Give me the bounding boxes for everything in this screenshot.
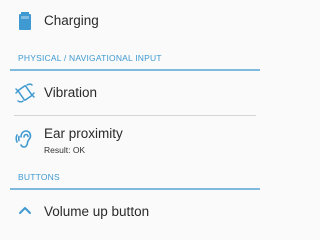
section-divider — [10, 69, 260, 71]
list-item-vibration[interactable]: Vibration — [0, 72, 270, 116]
volume-up-label: Volume up button — [44, 204, 150, 219]
list-item-volume-up[interactable]: Volume up button — [0, 192, 270, 225]
list-item-ear-proximity[interactable]: Ear proximity Result: OK — [0, 116, 270, 164]
ear-icon — [14, 128, 36, 150]
ear-proximity-label: Ear proximity — [44, 126, 123, 141]
charging-label: Charging — [44, 13, 99, 28]
section-label-buttons: BUTTONS — [18, 172, 60, 182]
section-divider — [10, 188, 260, 190]
section-header-buttons: BUTTONS — [0, 166, 270, 190]
vibration-icon — [14, 82, 36, 104]
ear-proximity-result: Result: OK — [44, 145, 86, 155]
section-label-physical: PHYSICAL / NAVIGATIONAL INPUT — [18, 53, 162, 63]
battery-icon — [14, 10, 36, 32]
vibration-label: Vibration — [44, 85, 98, 100]
chevron-up-icon — [14, 200, 36, 222]
list-item-charging[interactable]: Charging — [0, 0, 270, 46]
test-list-screen: Charging PHYSICAL / NAVIGATIONAL INPUT V… — [0, 0, 270, 225]
section-header-physical: PHYSICAL / NAVIGATIONAL INPUT — [0, 47, 270, 71]
